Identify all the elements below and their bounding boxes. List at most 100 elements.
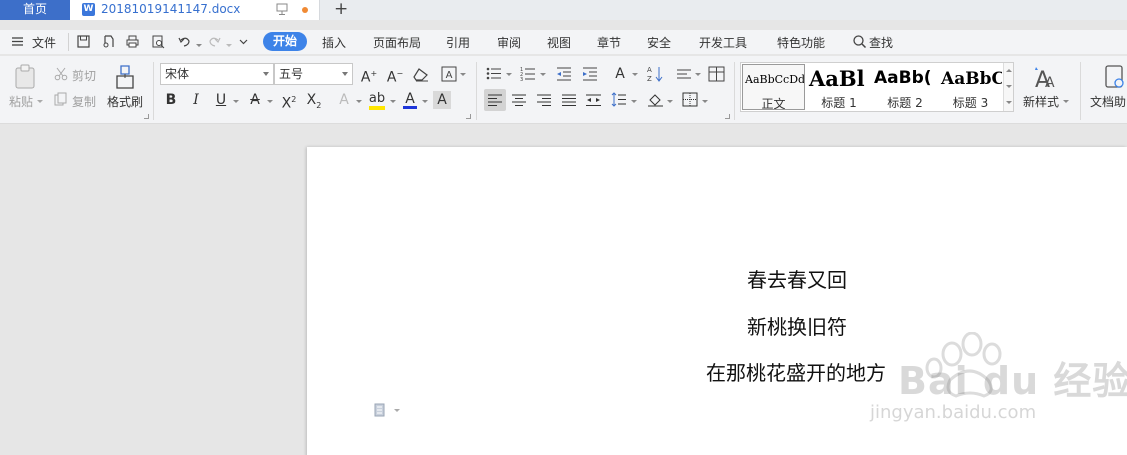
menu-tab-security[interactable]: 安全: [647, 34, 671, 51]
clear-format-icon[interactable]: [413, 67, 429, 82]
superscript-button[interactable]: X2: [278, 89, 300, 112]
hamburger-icon[interactable]: [10, 34, 25, 49]
undo-dropdown-icon[interactable]: [196, 44, 202, 47]
copy-label[interactable]: 复制: [72, 93, 96, 110]
font-family-select[interactable]: 宋体: [160, 63, 274, 85]
bullet-list-dropdown-icon[interactable]: [506, 73, 512, 76]
subscript-button[interactable]: X2: [303, 89, 325, 111]
font-size-select[interactable]: 五号: [274, 63, 353, 85]
font-dialog-launcher[interactable]: [466, 114, 471, 119]
char-border-dropdown-icon[interactable]: [460, 73, 466, 76]
borders-icon[interactable]: [682, 92, 698, 107]
shading-icon[interactable]: [647, 92, 664, 107]
style-heading-2[interactable]: AaBb( 标题 2: [872, 64, 938, 110]
format-painter-icon[interactable]: [113, 64, 137, 90]
paragraph-dialog-launcher[interactable]: [725, 114, 730, 119]
line-spacing-dropdown-icon[interactable]: [631, 100, 637, 103]
menu-tab-developer[interactable]: 开发工具: [699, 34, 747, 51]
bold-button[interactable]: B: [160, 89, 182, 111]
style-heading-3[interactable]: AaBbC 标题 3: [939, 64, 1002, 110]
strikethrough-dropdown-icon[interactable]: [267, 100, 273, 103]
menu-tab-chapter[interactable]: 章节: [597, 34, 621, 51]
sort-icon[interactable]: AZ: [647, 65, 663, 82]
borders-dropdown-icon[interactable]: [702, 100, 708, 103]
paste-icon[interactable]: [13, 64, 37, 90]
menu-tab-references[interactable]: 引用: [446, 34, 470, 51]
shading-dropdown-icon[interactable]: [667, 100, 673, 103]
distribute-icon[interactable]: [585, 93, 602, 107]
output-pdf-icon[interactable]: [101, 34, 116, 49]
strikethrough-button[interactable]: A: [244, 89, 266, 111]
document-line-3[interactable]: 在那桃花盛开的地方: [706, 357, 886, 386]
menu-tab-insert[interactable]: 插入: [322, 34, 346, 51]
char-shading-button[interactable]: A: [433, 91, 451, 109]
paste-label[interactable]: 粘贴: [9, 93, 33, 110]
text-direction-button[interactable]: A: [609, 63, 631, 85]
print-icon[interactable]: [125, 34, 140, 49]
new-style-dropdown-icon[interactable]: [1063, 100, 1069, 103]
save-icon[interactable]: [76, 34, 91, 49]
style-heading-1[interactable]: AaBl 标题 1: [807, 64, 871, 110]
paragraph-marks-dropdown-icon[interactable]: [695, 73, 701, 76]
menu-search[interactable]: 查找: [869, 34, 893, 51]
redo-dropdown-icon[interactable]: [226, 44, 232, 47]
undo-icon[interactable]: [177, 34, 192, 49]
bullet-list-icon[interactable]: [486, 66, 502, 81]
increase-indent-icon[interactable]: [582, 66, 598, 81]
scissors-icon[interactable]: [54, 67, 68, 81]
font-color-dropdown-icon[interactable]: [422, 100, 428, 103]
menu-tab-features[interactable]: 特色功能: [777, 34, 825, 51]
font-color-button[interactable]: A: [399, 88, 421, 110]
text-effect-dropdown-icon[interactable]: [356, 100, 362, 103]
menu-tab-view[interactable]: 视图: [547, 34, 571, 51]
new-style-icon[interactable]: AA: [1031, 64, 1059, 90]
numbered-list-dropdown-icon[interactable]: [540, 73, 546, 76]
paragraph-marks-icon[interactable]: [676, 66, 692, 81]
redo-icon[interactable]: [207, 34, 222, 49]
new-tab-button[interactable]: +: [334, 0, 348, 19]
grow-font-button[interactable]: A+: [358, 63, 380, 86]
table-icon[interactable]: [708, 66, 725, 82]
menu-tab-review[interactable]: 审阅: [497, 34, 521, 51]
cut-label[interactable]: 剪切: [72, 67, 96, 84]
align-right-icon[interactable]: [536, 93, 552, 107]
copy-icon[interactable]: [54, 92, 68, 106]
align-center-icon[interactable]: [511, 93, 527, 107]
doc-helper-label[interactable]: 文档助: [1090, 93, 1126, 110]
tab-home[interactable]: 首页: [0, 0, 70, 20]
styles-gallery-scrollbar[interactable]: [1003, 63, 1013, 111]
line-spacing-icon[interactable]: [611, 92, 627, 107]
document-line-1[interactable]: 春去春又回: [747, 264, 847, 293]
paste-dropdown-icon[interactable]: [37, 100, 43, 103]
text-direction-dropdown-icon[interactable]: [632, 73, 638, 76]
decrease-indent-icon[interactable]: [556, 66, 572, 81]
gallery-expand-icon[interactable]: [1006, 101, 1012, 104]
highlight-dropdown-icon[interactable]: [390, 100, 396, 103]
italic-button[interactable]: I: [185, 89, 207, 111]
chevron-up-icon[interactable]: [1006, 69, 1012, 72]
underline-button[interactable]: U: [210, 89, 232, 111]
menu-tab-page-layout[interactable]: 页面布局: [373, 34, 421, 51]
format-painter-label[interactable]: 格式刷: [107, 93, 143, 110]
print-preview-icon[interactable]: [151, 34, 166, 49]
highlight-button[interactable]: ab: [366, 88, 388, 110]
search-icon[interactable]: [852, 34, 867, 49]
style-normal[interactable]: AaBbCcDd 正文: [742, 64, 805, 110]
new-style-label[interactable]: 新样式: [1023, 93, 1059, 110]
document-line-2[interactable]: 新桃换旧符: [747, 311, 847, 340]
chevron-down-icon[interactable]: [1006, 85, 1012, 88]
justify-icon[interactable]: [561, 93, 577, 107]
paragraph-layout-icon[interactable]: [374, 403, 387, 417]
char-border-icon[interactable]: A: [441, 66, 457, 82]
tab-document[interactable]: W 20181019141147.docx: [70, 0, 320, 20]
menu-file[interactable]: 文件: [32, 34, 56, 51]
menu-tab-start[interactable]: 开始: [263, 32, 307, 51]
numbered-list-icon[interactable]: 123: [520, 66, 536, 81]
paragraph-layout-dropdown-icon[interactable]: [394, 409, 400, 412]
customize-chevron-icon[interactable]: [236, 34, 251, 49]
text-effect-button[interactable]: A: [333, 89, 355, 111]
monitor-icon[interactable]: [276, 3, 288, 16]
doc-helper-icon[interactable]: [1103, 64, 1127, 90]
underline-dropdown-icon[interactable]: [233, 100, 239, 103]
shrink-font-button[interactable]: A−: [384, 63, 406, 86]
